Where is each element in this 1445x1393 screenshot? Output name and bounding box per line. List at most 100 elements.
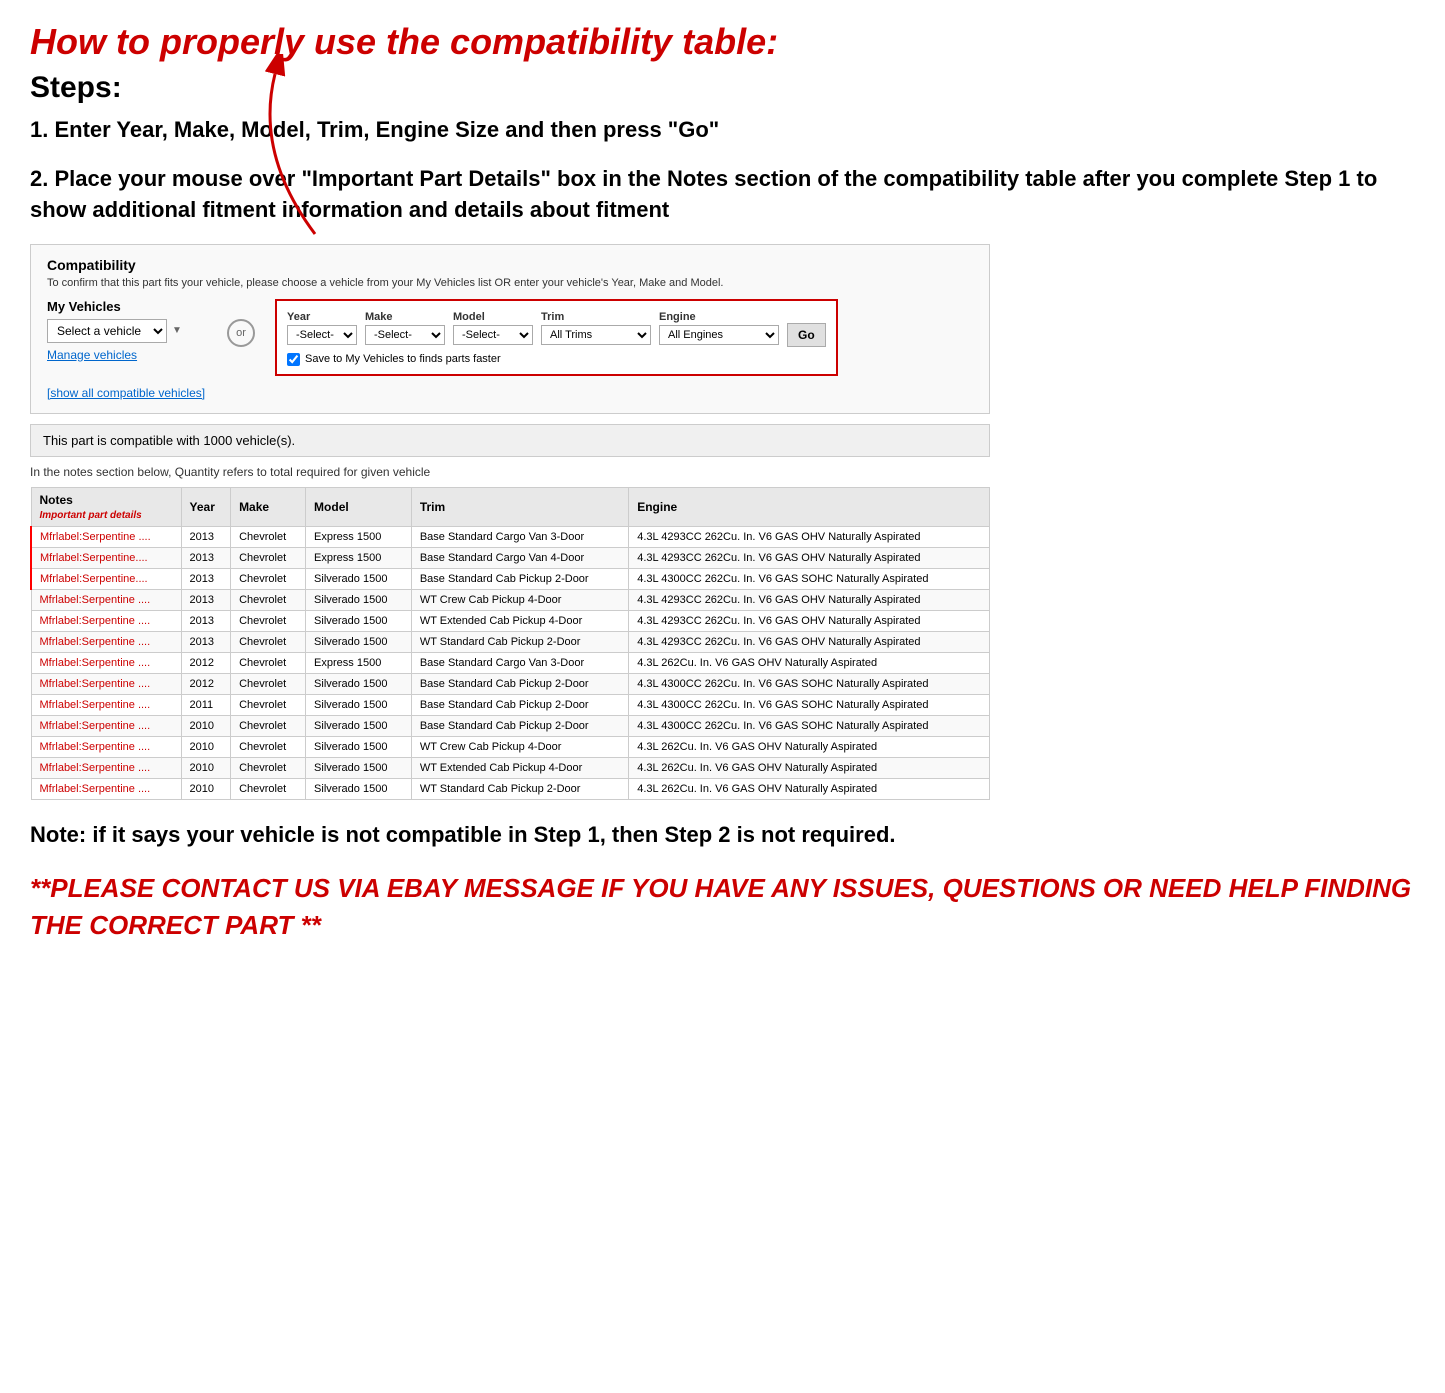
cell-engine: 4.3L 262Cu. In. V6 GAS OHV Naturally Asp…: [629, 652, 990, 673]
cell-trim: Base Standard Cargo Van 3-Door: [411, 526, 628, 547]
compatibility-widget: Compatibility To confirm that this part …: [30, 244, 990, 414]
footer-note: Note: if it says your vehicle is not com…: [30, 820, 1415, 851]
table-row: Mfrlabel:Serpentine .... 2010 Chevrolet …: [31, 778, 990, 799]
col-header-trim: Trim: [411, 487, 628, 526]
cell-make: Chevrolet: [231, 673, 306, 694]
table-row: Mfrlabel:Serpentine .... 2013 Chevrolet …: [31, 631, 990, 652]
model-label: Model: [453, 311, 533, 323]
cell-notes: Mfrlabel:Serpentine....: [31, 547, 181, 568]
year-label: Year: [287, 311, 357, 323]
cell-engine: 4.3L 4300CC 262Cu. In. V6 GAS SOHC Natur…: [629, 673, 990, 694]
cell-model: Silverado 1500: [306, 631, 412, 652]
cell-trim: Base Standard Cab Pickup 2-Door: [411, 715, 628, 736]
cell-notes: Mfrlabel:Serpentine....: [31, 568, 181, 589]
save-checkbox[interactable]: [287, 353, 300, 366]
step2-text: 2. Place your mouse over "Important Part…: [30, 164, 1415, 226]
cell-engine: 4.3L 4300CC 262Cu. In. V6 GAS SOHC Natur…: [629, 694, 990, 715]
cell-trim: WT Crew Cab Pickup 4-Door: [411, 589, 628, 610]
cell-notes: Mfrlabel:Serpentine ....: [31, 757, 181, 778]
cell-year: 2013: [181, 568, 231, 589]
engine-label: Engine: [659, 311, 779, 323]
cell-year: 2010: [181, 778, 231, 799]
cell-trim: Base Standard Cargo Van 3-Door: [411, 652, 628, 673]
cell-notes: Mfrlabel:Serpentine ....: [31, 694, 181, 715]
cell-notes: Mfrlabel:Serpentine ....: [31, 673, 181, 694]
cell-notes: Mfrlabel:Serpentine ....: [31, 526, 181, 547]
cell-notes: Mfrlabel:Serpentine ....: [31, 778, 181, 799]
compatibility-subtitle: To confirm that this part fits your vehi…: [47, 277, 973, 289]
cell-make: Chevrolet: [231, 631, 306, 652]
cell-engine: 4.3L 4293CC 262Cu. In. V6 GAS OHV Natura…: [629, 589, 990, 610]
col-header-notes: Notes Important part details: [31, 487, 181, 526]
engine-field: Engine All Engines: [659, 311, 779, 345]
cell-year: 2010: [181, 736, 231, 757]
cell-engine: 4.3L 4293CC 262Cu. In. V6 GAS OHV Natura…: [629, 547, 990, 568]
vehicle-select[interactable]: Select a vehicle: [47, 319, 167, 343]
cell-engine: 4.3L 4293CC 262Cu. In. V6 GAS OHV Natura…: [629, 526, 990, 547]
cell-trim: WT Standard Cab Pickup 2-Door: [411, 778, 628, 799]
trim-select[interactable]: All Trims: [541, 325, 651, 345]
compatibility-title: Compatibility: [47, 257, 973, 273]
cell-year: 2010: [181, 757, 231, 778]
cell-model: Silverado 1500: [306, 715, 412, 736]
cell-model: Silverado 1500: [306, 568, 412, 589]
cell-model: Silverado 1500: [306, 694, 412, 715]
cell-make: Chevrolet: [231, 694, 306, 715]
cell-notes: Mfrlabel:Serpentine ....: [31, 610, 181, 631]
cell-make: Chevrolet: [231, 547, 306, 568]
cell-engine: 4.3L 4293CC 262Cu. In. V6 GAS OHV Natura…: [629, 631, 990, 652]
go-button[interactable]: Go: [787, 323, 826, 347]
cell-trim: WT Crew Cab Pickup 4-Door: [411, 736, 628, 757]
cell-year: 2011: [181, 694, 231, 715]
cell-engine: 4.3L 4300CC 262Cu. In. V6 GAS SOHC Natur…: [629, 715, 990, 736]
table-row: Mfrlabel:Serpentine .... 2010 Chevrolet …: [31, 715, 990, 736]
show-all-link[interactable]: [show all compatible vehicles]: [47, 386, 205, 400]
my-vehicles-section: My Vehicles Select a vehicle ▼ Manage ve…: [47, 299, 207, 401]
cell-make: Chevrolet: [231, 610, 306, 631]
cell-year: 2010: [181, 715, 231, 736]
make-select[interactable]: -Select-: [365, 325, 445, 345]
cell-trim: WT Standard Cab Pickup 2-Door: [411, 631, 628, 652]
col-header-make: Make: [231, 487, 306, 526]
cell-notes: Mfrlabel:Serpentine ....: [31, 589, 181, 610]
cell-make: Chevrolet: [231, 736, 306, 757]
cell-year: 2013: [181, 589, 231, 610]
cell-make: Chevrolet: [231, 568, 306, 589]
cell-trim: Base Standard Cab Pickup 2-Door: [411, 694, 628, 715]
my-vehicles-label: My Vehicles: [47, 299, 207, 314]
or-divider: or: [227, 319, 255, 347]
ymm-section: Year -Select- Make -Select- Model -: [275, 299, 838, 376]
engine-select[interactable]: All Engines: [659, 325, 779, 345]
cell-make: Chevrolet: [231, 652, 306, 673]
cell-make: Chevrolet: [231, 778, 306, 799]
year-field: Year -Select-: [287, 311, 357, 345]
cell-model: Silverado 1500: [306, 757, 412, 778]
cell-notes: Mfrlabel:Serpentine ....: [31, 652, 181, 673]
cell-trim: Base Standard Cab Pickup 2-Door: [411, 568, 628, 589]
manage-vehicles-link[interactable]: Manage vehicles: [47, 348, 207, 362]
contact-text: **PLEASE CONTACT US VIA EBAY MESSAGE IF …: [30, 870, 1415, 943]
step1-text: 1. Enter Year, Make, Model, Trim, Engine…: [30, 115, 1415, 146]
table-row: Mfrlabel:Serpentine.... 2013 Chevrolet E…: [31, 547, 990, 568]
cell-year: 2013: [181, 547, 231, 568]
table-row: Mfrlabel:Serpentine .... 2010 Chevrolet …: [31, 757, 990, 778]
table-row: Mfrlabel:Serpentine .... 2010 Chevrolet …: [31, 736, 990, 757]
main-title: How to properly use the compatibility ta…: [30, 20, 1415, 63]
cell-model: Express 1500: [306, 526, 412, 547]
table-row: Mfrlabel:Serpentine .... 2013 Chevrolet …: [31, 526, 990, 547]
cell-trim: WT Extended Cab Pickup 4-Door: [411, 610, 628, 631]
model-select[interactable]: -Select-: [453, 325, 533, 345]
steps-title: Steps:: [30, 71, 1415, 105]
cell-model: Silverado 1500: [306, 589, 412, 610]
cell-model: Silverado 1500: [306, 778, 412, 799]
cell-model: Express 1500: [306, 652, 412, 673]
compatible-banner: This part is compatible with 1000 vehicl…: [30, 424, 990, 457]
cell-year: 2013: [181, 631, 231, 652]
cell-engine: 4.3L 4300CC 262Cu. In. V6 GAS SOHC Natur…: [629, 568, 990, 589]
year-select[interactable]: -Select-: [287, 325, 357, 345]
cell-engine: 4.3L 262Cu. In. V6 GAS OHV Naturally Asp…: [629, 778, 990, 799]
model-field: Model -Select-: [453, 311, 533, 345]
cell-trim: WT Extended Cab Pickup 4-Door: [411, 757, 628, 778]
cell-year: 2012: [181, 652, 231, 673]
cell-model: Silverado 1500: [306, 610, 412, 631]
